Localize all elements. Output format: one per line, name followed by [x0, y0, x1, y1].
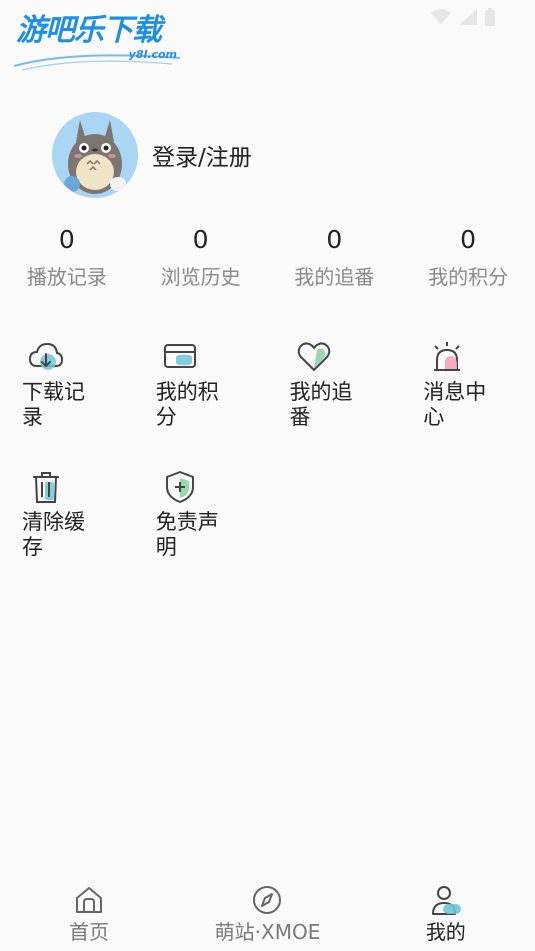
feature-label: 我的积分 [155, 380, 219, 429]
stat-label: 播放记录 [26, 265, 107, 289]
card-icon [163, 344, 196, 368]
feature-label: 我的追番 [289, 380, 353, 429]
feature-label: 下载记录 [22, 380, 85, 429]
feature-my-points[interactable]: 我的积分 [134, 340, 268, 470]
user-icon [431, 886, 461, 915]
stat-following[interactable]: 0 我的追番 [268, 224, 402, 298]
stat-value: 0 [58, 225, 75, 254]
feature-clear-cache[interactable]: 清除缓存 [0, 470, 134, 600]
stat-value: 0 [192, 225, 209, 254]
nav-mine[interactable]: 我的 [357, 878, 535, 951]
feature-label: 清除缓存 [22, 510, 85, 559]
feature-label: 免责声明 [155, 510, 219, 559]
watermark-title: 游吧乐下载 [16, 13, 162, 48]
shield-plus-icon [165, 471, 194, 503]
signal-icon [459, 9, 477, 25]
wifi-icon [431, 9, 451, 24]
avatar[interactable] [52, 112, 138, 198]
compass-icon [253, 886, 282, 914]
stat-label: 我的追番 [294, 265, 375, 289]
status-icons [431, 8, 495, 26]
stat-play-history[interactable]: 0 播放记录 [0, 224, 134, 298]
nav-xmoe[interactable]: 萌站·XMOE [178, 878, 356, 951]
stat-points[interactable]: 0 我的积分 [401, 224, 535, 298]
feature-following[interactable]: 我的追番 [268, 340, 402, 470]
nav-label: 首页 [69, 920, 110, 944]
watermark-subtitle: y8l.com [128, 48, 177, 61]
cloud-download-icon [28, 342, 64, 370]
home-icon [76, 887, 103, 913]
feature-grid-row: 清除缓存 免责声明 [0, 470, 535, 600]
alarm-light-icon [434, 342, 461, 371]
stat-label: 浏览历史 [160, 265, 241, 289]
nav-home[interactable]: 首页 [0, 878, 178, 951]
bottom-nav: 首页 萌站·XMOE 我的 [0, 878, 535, 951]
profile-header[interactable]: 登录/注册 [52, 112, 252, 198]
feature-grid: 下载记录 我的积分 我的追番 消息中心 清除缓存 免责声明 [0, 340, 535, 600]
stats-row: 0 播放记录 0 浏览历史 0 我的追番 0 我的积分 [0, 224, 535, 298]
nav-label: 我的 [425, 920, 466, 944]
feature-download-records[interactable]: 下载记录 [0, 340, 134, 470]
stat-value: 0 [326, 225, 343, 254]
login-register-link[interactable]: 登录/注册 [152, 138, 252, 172]
stat-browse-history[interactable]: 0 浏览历史 [134, 224, 268, 298]
feature-disclaimer[interactable]: 免责声明 [134, 470, 268, 600]
watermark-logo: 游吧乐下载 y8l.com [13, 13, 191, 71]
battery-icon [485, 8, 495, 26]
trash-icon [33, 472, 59, 503]
stat-label: 我的积分 [428, 265, 509, 289]
totoro-avatar-image [52, 112, 138, 198]
feature-label: 消息中心 [423, 380, 487, 429]
nav-label: 萌站·XMOE [214, 920, 321, 944]
stat-value: 0 [460, 225, 477, 254]
heart-icon [297, 342, 330, 371]
feature-grid-row: 下载记录 我的积分 我的追番 消息中心 [0, 340, 535, 470]
feature-message-center[interactable]: 消息中心 [401, 340, 535, 470]
profile-screen: 游吧乐下载 y8l.com 登录/注册 0 播放记录 0 浏览历史 0 我的追番… [0, 0, 535, 951]
